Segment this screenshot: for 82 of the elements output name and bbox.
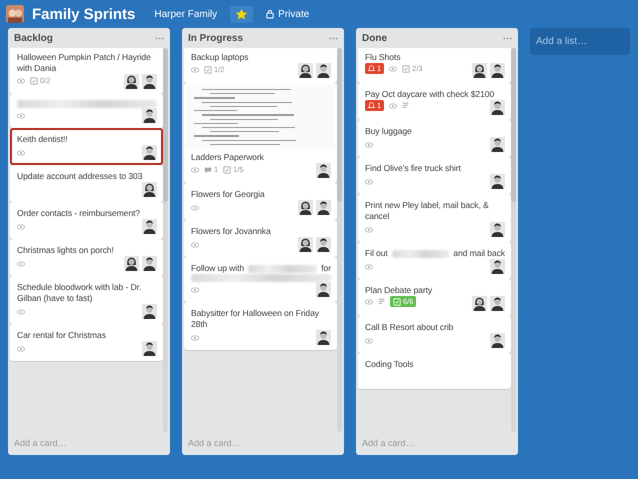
member-avatar[interactable]: [472, 63, 487, 78]
card-title: Schedule bloodwork with lab - Dr. Gilban (have to fast): [17, 282, 142, 304]
member-avatar[interactable]: [142, 74, 157, 89]
member-avatar[interactable]: [490, 296, 505, 311]
member-avatar[interactable]: [316, 163, 331, 178]
card-title: Follow up with: [191, 263, 244, 274]
member-avatar[interactable]: [490, 259, 505, 274]
add-list-field[interactable]: Add a list…: [530, 28, 630, 55]
task-card[interactable]: Order contacts - reimbursement?: [10, 202, 163, 239]
task-card[interactable]: Fil out and mail back: [358, 242, 511, 279]
card-title: Fil out: [365, 248, 388, 259]
member-avatar[interactable]: [298, 200, 313, 215]
card-title: Halloween Pumpkin Patch / Hayride with Dania: [17, 52, 152, 74]
card-title: Call B Resort about crib: [365, 322, 454, 333]
member-avatar[interactable]: [316, 200, 331, 215]
card-title: Ladders Paperwork: [191, 152, 264, 163]
member-avatar[interactable]: [124, 74, 139, 89]
task-card[interactable]: Coding Tools: [358, 353, 511, 389]
card-title: Print new Pley label, mail back, & cancel: [365, 200, 490, 222]
task-card[interactable]: Car rental for Christmas: [10, 324, 163, 361]
member-avatar[interactable]: [142, 256, 157, 271]
card-title: Flowers for Jovannka: [191, 226, 271, 237]
member-avatar[interactable]: [316, 63, 331, 78]
task-card[interactable]: Update account addresses to 303: [10, 165, 163, 202]
member-avatar[interactable]: [490, 333, 505, 348]
member-avatar[interactable]: [490, 222, 505, 237]
member-avatar[interactable]: [472, 296, 487, 311]
card-title: Backup laptops: [191, 52, 248, 63]
star-icon: [236, 8, 248, 20]
redacted-text: [392, 250, 450, 258]
card-title: Coding Tools: [365, 359, 414, 370]
task-card[interactable]: Call B Resort about crib: [358, 316, 511, 353]
task-card[interactable]: Babysitter for Halloween on Friday 28th: [184, 302, 337, 350]
member-avatar[interactable]: [316, 330, 331, 345]
member-avatar[interactable]: [124, 256, 139, 271]
task-card[interactable]: Print new Pley label, mail back, & cancel: [358, 194, 511, 242]
member-avatar[interactable]: [142, 182, 157, 197]
list-title[interactable]: In Progress: [188, 33, 244, 44]
card-title: Pay Oct daycare with check $2100: [365, 89, 494, 100]
task-card[interactable]: Find Olive’s fire truck shirt: [358, 157, 511, 194]
task-card[interactable]: Flowers for Jovannka: [184, 220, 337, 257]
visibility-button[interactable]: Private: [261, 6, 314, 22]
task-card[interactable]: Follow up with for: [184, 257, 337, 302]
card-title: Flowers for Georgia: [191, 189, 265, 200]
star-button[interactable]: [230, 6, 254, 22]
lock-icon: [266, 9, 274, 19]
member-avatar[interactable]: [490, 100, 505, 115]
member-avatar[interactable]: [316, 237, 331, 252]
member-avatar[interactable]: [142, 341, 157, 356]
board-title[interactable]: Family Sprints: [32, 6, 136, 22]
list-title[interactable]: Done: [362, 33, 387, 44]
card-title: Christmas lights on porch!: [17, 245, 114, 256]
member-avatar[interactable]: [142, 304, 157, 319]
member-avatar[interactable]: [490, 137, 505, 152]
team-button[interactable]: Harper Family: [149, 6, 222, 22]
card-title: Flu Shots: [365, 52, 400, 63]
member-avatar[interactable]: [142, 108, 157, 123]
card-title: Keith dentist!!: [17, 134, 68, 145]
list-title[interactable]: Backlog: [14, 33, 53, 44]
task-card[interactable]: Buy luggage: [358, 120, 511, 157]
member-avatar[interactable]: [298, 63, 313, 78]
card-title: for: [321, 263, 331, 274]
redacted-text: [248, 264, 318, 272]
member-avatar[interactable]: [298, 237, 313, 252]
task-card[interactable]: Christmas lights on porch!: [10, 239, 163, 276]
board-logo-icon: [6, 5, 24, 23]
member-avatar[interactable]: [142, 219, 157, 234]
card-title: Find Olive’s fire truck shirt: [365, 163, 461, 174]
card-title: Order contacts - reimbursement?: [17, 208, 140, 219]
card-title: Update account addresses to 303: [17, 171, 142, 182]
member-avatar[interactable]: [490, 63, 505, 78]
card-title: and mail back: [453, 248, 505, 259]
card-title: Plan Debate party: [365, 285, 432, 296]
member-avatar[interactable]: [490, 174, 505, 189]
card-title: Buy luggage: [365, 126, 412, 137]
task-card[interactable]: Schedule bloodwork with lab - Dr. Gilban (have to fast): [10, 276, 163, 324]
card-title: Car rental for Christmas: [17, 330, 106, 341]
member-avatar[interactable]: [142, 145, 157, 160]
member-avatar[interactable]: [316, 282, 331, 297]
task-card[interactable]: Keith dentist!!: [10, 128, 163, 165]
task-card[interactable]: Flowers for Georgia: [184, 183, 337, 220]
card-title: Babysitter for Halloween on Friday 28th: [191, 308, 320, 330]
